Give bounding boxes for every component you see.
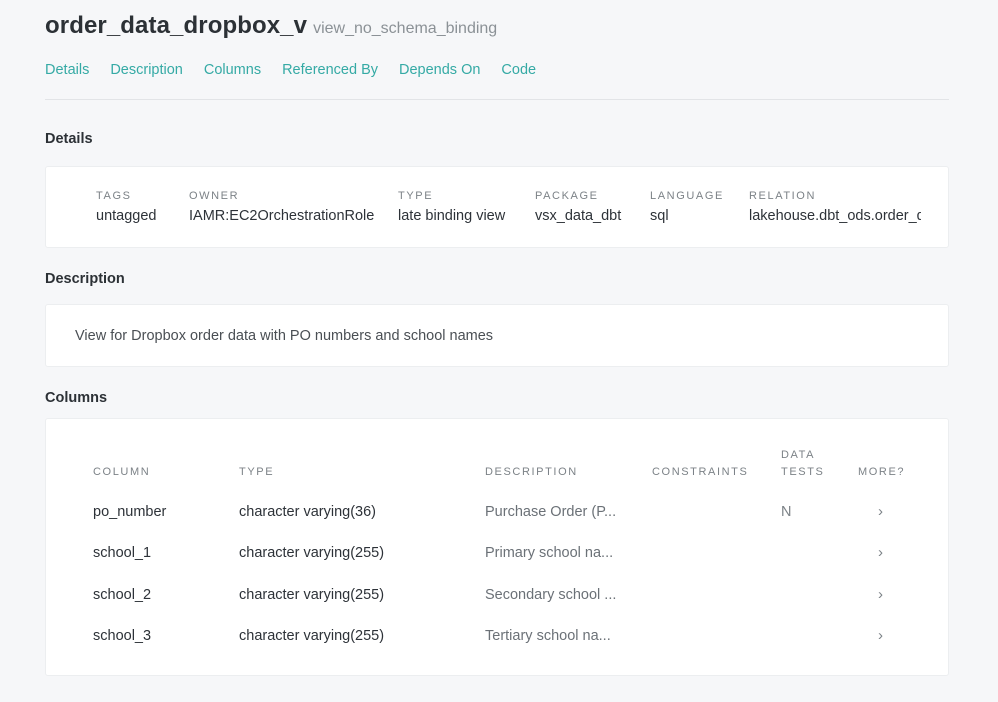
col-header-data-tests-line1: DATA	[781, 449, 816, 461]
column-type: character varying(255)	[239, 628, 385, 644]
detail-relation: RELATION lakehouse.dbt_ods.order_data_dr…	[749, 190, 921, 224]
column-description: Secondary school ...	[485, 587, 617, 603]
description-heading: Description	[45, 271, 125, 287]
detail-value: late binding view	[398, 208, 506, 224]
details-card: TAGS untagged OWNER IAMR:EC2Orchestratio…	[45, 166, 949, 248]
detail-value: sql	[650, 208, 669, 224]
nav-depends-on[interactable]: Depends On	[399, 62, 480, 78]
detail-label: TYPE	[398, 190, 434, 202]
col-header-type: TYPE	[239, 466, 275, 478]
column-name: school_2	[93, 587, 152, 603]
detail-label: LANGUAGE	[650, 190, 724, 202]
col-header-constraints: CONSTRAINTS	[652, 466, 749, 478]
section-nav: Details Description Columns Referenced B…	[45, 62, 536, 78]
detail-language: LANGUAGE sql	[650, 190, 724, 224]
column-name: po_number	[93, 504, 167, 520]
chevron-right-icon[interactable]: ›	[878, 503, 883, 521]
col-header-column: COLUMN	[93, 466, 151, 478]
col-header-more: MORE?	[858, 466, 906, 478]
columns-card: COLUMN TYPE DESCRIPTION CONSTRAINTS DATA…	[45, 418, 949, 676]
detail-label: TAGS	[96, 190, 132, 202]
column-tests: N	[781, 504, 792, 520]
detail-tags: TAGS untagged	[96, 190, 156, 224]
detail-label: RELATION	[749, 190, 816, 202]
detail-type: TYPE late binding view	[398, 190, 505, 224]
col-header-data-tests-line2: TESTS	[781, 466, 825, 478]
column-name: school_3	[93, 628, 152, 644]
description-text: View for Dropbox order data with PO numb…	[75, 328, 494, 344]
table-row[interactable]: school_1 character varying(255) Primary …	[46, 544, 950, 585]
nav-columns[interactable]: Columns	[204, 62, 261, 78]
nav-referenced-by[interactable]: Referenced By	[282, 62, 378, 78]
table-row[interactable]: school_3 character varying(255) Tertiary…	[46, 627, 950, 668]
column-type: character varying(36)	[239, 504, 376, 520]
detail-label: PACKAGE	[535, 190, 599, 202]
model-page: order_data_dropbox_v view_no_schema_bind…	[0, 0, 998, 702]
detail-package: PACKAGE vsx_data_dbt	[535, 190, 621, 224]
column-description: Tertiary school na...	[485, 628, 611, 644]
detail-label: OWNER	[189, 190, 240, 202]
column-type: character varying(255)	[239, 545, 385, 561]
chevron-right-icon[interactable]: ›	[878, 627, 883, 645]
column-description: Purchase Order (P...	[485, 504, 617, 520]
column-type: character varying(255)	[239, 587, 385, 603]
columns-heading: Columns	[45, 390, 108, 406]
nav-divider	[45, 99, 949, 100]
detail-value: IAMR:EC2OrchestrationRole	[189, 208, 375, 224]
description-card: View for Dropbox order data with PO numb…	[45, 304, 949, 367]
page-title: order_data_dropbox_v view_no_schema_bind…	[45, 12, 497, 40]
model-name: order_data_dropbox_v	[45, 12, 308, 39]
table-row[interactable]: po_number character varying(36) Purchase…	[46, 503, 950, 544]
nav-description[interactable]: Description	[110, 62, 183, 78]
detail-value: lakehouse.dbt_ods.order_data_dropbox_v	[749, 208, 921, 224]
detail-value: untagged	[96, 208, 157, 224]
nav-details[interactable]: Details	[45, 62, 89, 78]
column-name: school_1	[93, 545, 152, 561]
detail-owner: OWNER IAMR:EC2OrchestrationRole	[189, 190, 374, 224]
column-description: Primary school na...	[485, 545, 614, 561]
details-heading: Details	[45, 131, 93, 147]
detail-value: vsx_data_dbt	[535, 208, 622, 224]
model-type: view_no_schema_binding	[313, 20, 498, 37]
col-header-data-tests: DATA TESTS	[781, 447, 824, 481]
table-row[interactable]: school_2 character varying(255) Secondar…	[46, 586, 950, 627]
chevron-right-icon[interactable]: ›	[878, 544, 883, 562]
chevron-right-icon[interactable]: ›	[878, 586, 883, 604]
nav-code[interactable]: Code	[501, 62, 536, 78]
col-header-description: DESCRIPTION	[485, 466, 578, 478]
